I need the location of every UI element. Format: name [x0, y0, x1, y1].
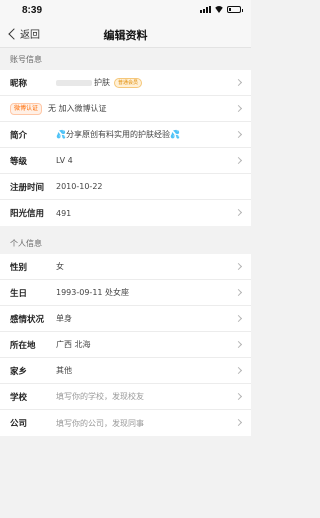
relationship-label: 感情状况 — [10, 314, 45, 325]
row-register-time: 注册时间 2010-10-22 — [0, 174, 251, 200]
wifi-icon — [214, 6, 224, 13]
droplets-icon: 💦 — [169, 130, 180, 139]
school-value: 填写你的学校，发现校友 — [56, 392, 144, 401]
birthday-value: 1993-09-11 处女座 — [56, 288, 130, 297]
register-value: 2010-10-22 — [56, 182, 103, 191]
level-value: LV 4 — [56, 156, 73, 165]
bio-label: 简介 — [10, 130, 28, 141]
row-relationship[interactable]: 感情状况 单身 — [0, 306, 251, 332]
chevron-right-icon — [234, 104, 243, 113]
nickname-label: 昵称 — [10, 78, 28, 89]
school-label: 学校 — [10, 392, 28, 403]
member-badge: 普通会员 — [114, 77, 143, 88]
personal-list: 性别女生日 1993-09-11 处女座 感情状况 单身 所在地 广西 北海 家乡 其他 学校填… — [0, 254, 251, 436]
blurred-nickname — [56, 79, 92, 86]
chevron-right-icon — [234, 288, 243, 297]
register-label: 注册时间 — [10, 182, 45, 193]
row-nickname[interactable]: 昵称 护肤 普通会员 — [0, 70, 251, 96]
hometown-label: 家乡 — [10, 366, 28, 377]
bio-value: 💦分享原创有料实用的护肤经验💦 — [56, 129, 180, 140]
droplets-icon: 💦 — [56, 130, 66, 139]
status-time: 8:39 — [22, 5, 43, 16]
battery-icon — [227, 6, 243, 13]
row-weibo-verify[interactable]: 微博认证 无 加入微博认证 — [0, 96, 251, 122]
chevron-right-icon — [234, 208, 243, 217]
location-label: 所在地 — [10, 340, 36, 351]
row-school[interactable]: 学校 填写你的学校，发现校友 — [0, 384, 251, 410]
row-gender[interactable]: 性别 女 — [0, 254, 251, 280]
location-value: 广西 北海 — [56, 340, 91, 349]
chevron-right-icon — [234, 78, 243, 87]
credit-label: 阳光信用 — [10, 209, 45, 219]
weibo-verify-value: 无 加入微博认证 — [48, 104, 107, 113]
status-icons — [200, 6, 243, 13]
gender-label: 性别 — [10, 262, 28, 273]
chevron-right-icon — [234, 314, 243, 323]
signal-icon — [200, 6, 211, 13]
personal-section-header: 个人信息 — [0, 232, 251, 254]
hometown-value: 其他 — [56, 366, 72, 375]
chevron-right-icon — [234, 262, 243, 271]
account-list: 昵称 护肤 普通会员 微博认证 无 加入微博认证 简介 💦分享原创有料实用的护肤经… — [0, 70, 251, 226]
chevron-right-icon — [234, 392, 243, 401]
row-level[interactable]: 等级 LV 4 — [0, 148, 251, 174]
nickname-suffix: 护肤 — [94, 78, 110, 87]
chevron-right-icon — [234, 418, 243, 427]
row-birthday[interactable]: 生日 1993-09-11 处女座 — [0, 280, 251, 306]
status-bar: 8:39 — [0, 0, 251, 20]
row-company[interactable]: 公司 填写你的公司，发现同事 — [0, 410, 251, 436]
chevron-right-icon — [234, 130, 243, 139]
birthday-label: 生日 — [10, 288, 28, 299]
row-hometown[interactable]: 家乡 其他 — [0, 358, 251, 384]
chevron-right-icon — [234, 340, 243, 349]
chevron-right-icon — [234, 366, 243, 375]
relationship-value: 单身 — [56, 314, 72, 323]
company-value: 填写你的公司，发现同事 — [56, 418, 144, 428]
gender-value: 女 — [56, 262, 64, 271]
level-label: 等级 — [10, 156, 28, 167]
company-label: 公司 — [10, 419, 28, 429]
chevron-right-icon — [234, 156, 243, 165]
weibo-verify-badge: 微博认证 — [10, 102, 43, 115]
bio-text: 分享原创有料实用的护肤经验 — [65, 130, 170, 139]
row-bio[interactable]: 简介 💦分享原创有料实用的护肤经验💦 — [0, 122, 251, 148]
nav-bar: 返回 编辑资料 — [0, 20, 251, 48]
nickname-value: 护肤 普通会员 — [56, 77, 143, 88]
account-section-header: 账号信息 — [0, 48, 251, 70]
row-sunshine-credit[interactable]: 阳光信用 491 — [0, 200, 251, 226]
page-title: 编辑资料 — [103, 29, 148, 42]
credit-value: 491 — [56, 208, 72, 218]
row-location[interactable]: 所在地 广西 北海 — [0, 332, 251, 358]
